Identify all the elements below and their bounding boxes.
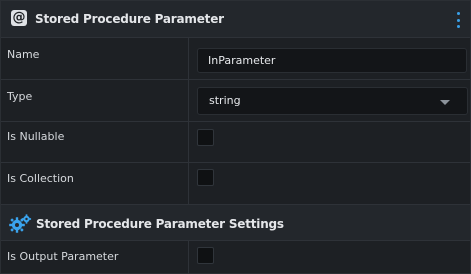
gears-icon [9, 214, 32, 233]
type-label: Type [7, 90, 33, 103]
settings-header: Stored Procedure Parameter Settings [1, 204, 470, 241]
is-output-parameter-checkbox[interactable] [197, 247, 214, 264]
name-input[interactable] [197, 48, 467, 73]
name-label: Name [7, 48, 40, 61]
section-title: Stored Procedure Parameter Settings [36, 217, 284, 231]
is-collection-label: Is Collection [7, 172, 74, 185]
property-row-is-output-parameter: Is Output Parameter [1, 241, 470, 274]
type-select[interactable]: string [197, 87, 468, 115]
property-row-is-nullable: Is Nullable [1, 122, 470, 163]
properties-panel: @ Stored Procedure Parameter Name Type s… [0, 0, 471, 274]
property-row-is-collection: Is Collection [1, 163, 470, 204]
is-nullable-label: Is Nullable [7, 130, 65, 143]
type-select-value: string [209, 94, 241, 107]
stored-procedure-parameter-header: @ Stored Procedure Parameter [1, 1, 470, 38]
kebab-menu-icon[interactable] [455, 12, 461, 28]
section-title: Stored Procedure Parameter [35, 12, 224, 26]
property-row-name: Name [1, 38, 470, 80]
at-icon: @ [11, 10, 27, 26]
is-nullable-checkbox[interactable] [197, 129, 214, 146]
property-row-type: Type string [1, 80, 470, 122]
is-collection-checkbox[interactable] [197, 169, 214, 186]
is-output-parameter-label: Is Output Parameter [7, 250, 119, 263]
chevron-down-icon [440, 100, 450, 105]
